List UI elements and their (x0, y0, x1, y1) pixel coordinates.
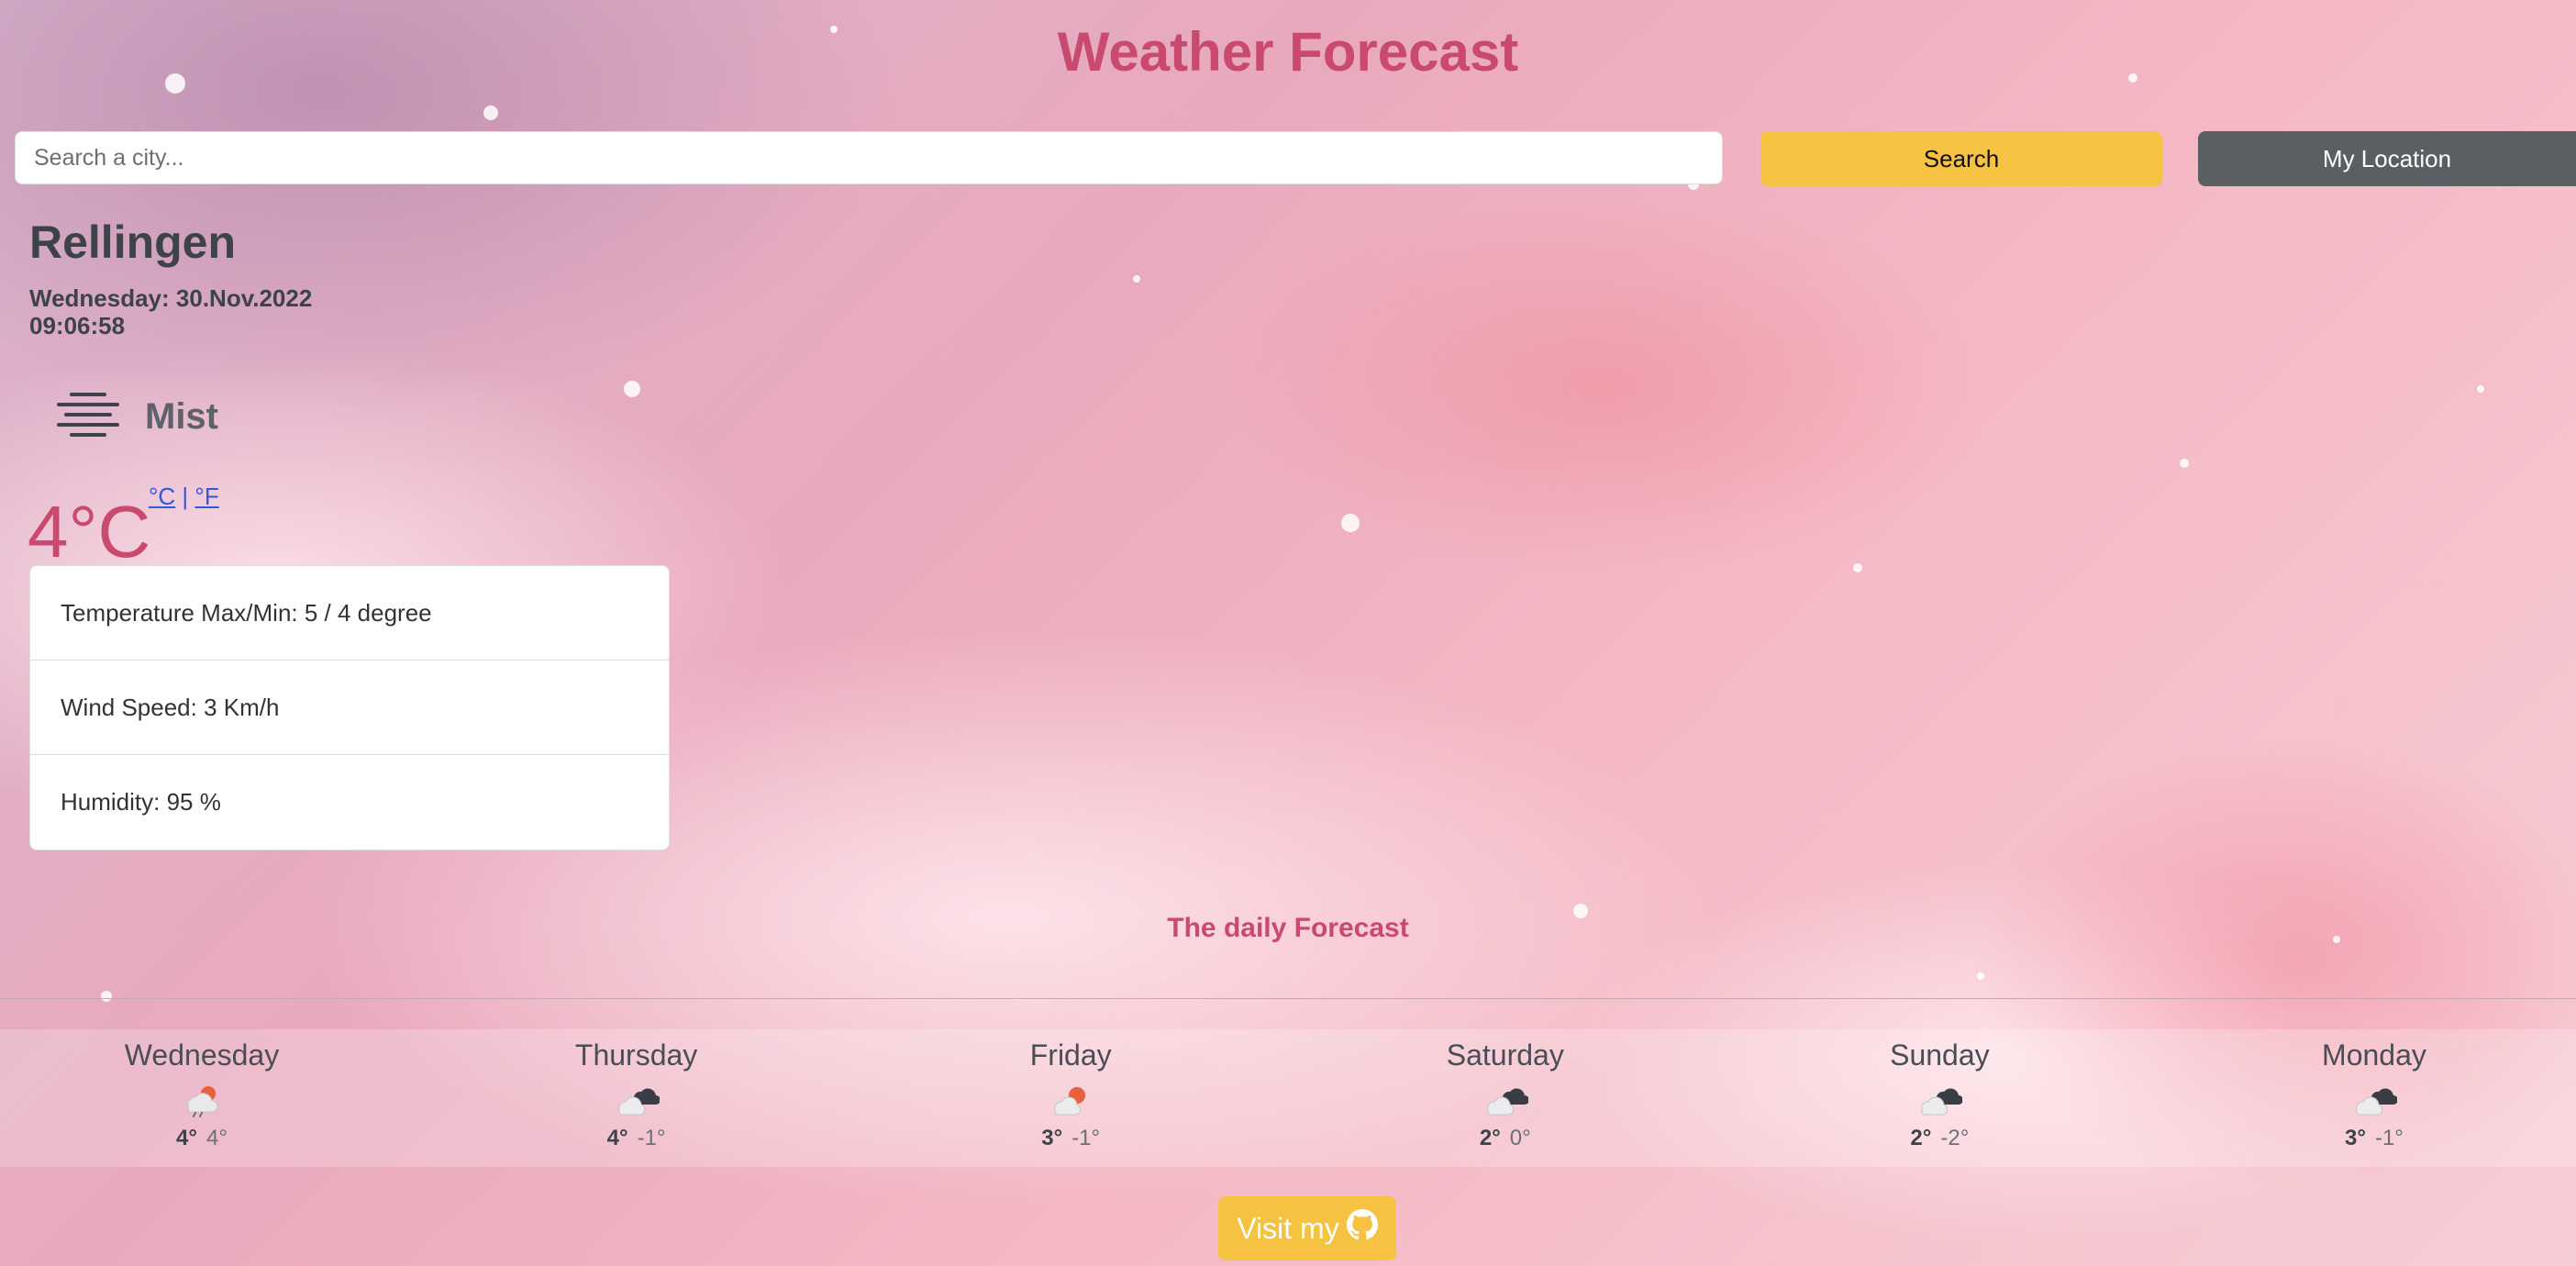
visit-github-button[interactable]: Visit my (1218, 1196, 1396, 1260)
search-button[interactable]: Search (1760, 131, 2162, 186)
temp-max: 4° (176, 1126, 197, 1150)
day-name: Monday (2322, 1038, 2426, 1072)
current-date: Wednesday: 30.Nov.2022 (29, 284, 313, 312)
github-icon (1346, 1209, 1378, 1248)
temp-max: 3° (1041, 1126, 1063, 1150)
temp-min: -2° (1940, 1126, 1970, 1150)
temp-min: 0° (1509, 1126, 1531, 1150)
city-name: Rellingen (29, 217, 237, 268)
weather-details-list: Temperature Max/Min: 5 / 4 degree Wind S… (29, 565, 670, 850)
broken-clouds-icon (1916, 1083, 1964, 1117)
temp-max: 2° (1910, 1126, 1932, 1150)
forecast-day: Wednesday 4° 4° (0, 1029, 404, 1167)
sun-cloud-icon (1048, 1083, 1094, 1117)
forecast-day: Monday 3° -1° (2172, 1029, 2576, 1167)
humidity: Humidity: 95 % (61, 788, 221, 816)
celsius-link[interactable]: °C (149, 483, 175, 510)
temp-min: -1° (2374, 1126, 2404, 1150)
daily-forecast: Wednesday 4° 4° Thursday 4° -1° Friday 3… (0, 1029, 2576, 1167)
unit-toggle: °C | °F (149, 483, 219, 511)
current-temperature: 4°C (28, 491, 151, 572)
unit-separator: | (182, 483, 189, 510)
forecast-day: Friday 3° -1° (869, 1029, 1272, 1167)
github-button-label: Visit my (1237, 1211, 1339, 1245)
broken-clouds-icon (2351, 1083, 2398, 1117)
broken-clouds-icon (614, 1083, 661, 1117)
temp-min: -1° (637, 1126, 666, 1150)
day-name: Sunday (1890, 1038, 1990, 1072)
fahrenheit-link[interactable]: °F (194, 483, 218, 510)
rain-sun-cloud-icon (179, 1083, 225, 1117)
divider (0, 998, 2576, 999)
forecast-day: Thursday 4° -1° (435, 1029, 838, 1167)
my-location-button[interactable]: My Location (2198, 131, 2576, 186)
temp-max: 2° (1479, 1126, 1501, 1150)
forecast-day: Sunday 2° -2° (1738, 1029, 2141, 1167)
page-title: Weather Forecast (1057, 21, 1519, 83)
forecast-day: Saturday 2° 0° (1304, 1029, 1707, 1167)
day-name: Saturday (1446, 1038, 1564, 1072)
temperature-max-min: Temperature Max/Min: 5 / 4 degree (30, 566, 669, 661)
day-name: Friday (1029, 1038, 1112, 1072)
current-time: 09:06:58 (29, 312, 126, 339)
wind-speed: Wind Speed: 3 Km/h (30, 661, 669, 755)
mist-icon (53, 389, 123, 441)
condition-text: Mist (145, 396, 218, 437)
temp-max: 3° (2345, 1126, 2366, 1150)
date-time: Wednesday: 30.Nov.2022 09:06:58 (29, 284, 312, 339)
day-name: Thursday (574, 1038, 698, 1072)
daily-forecast-heading: The daily Forecast (1167, 913, 1409, 943)
temp-max: 4° (606, 1126, 628, 1150)
search-input[interactable] (15, 131, 1723, 184)
temp-min: -1° (1071, 1126, 1101, 1150)
broken-clouds-icon (1482, 1083, 1529, 1117)
day-name: Wednesday (124, 1038, 280, 1072)
temp-min: 4° (206, 1126, 228, 1150)
